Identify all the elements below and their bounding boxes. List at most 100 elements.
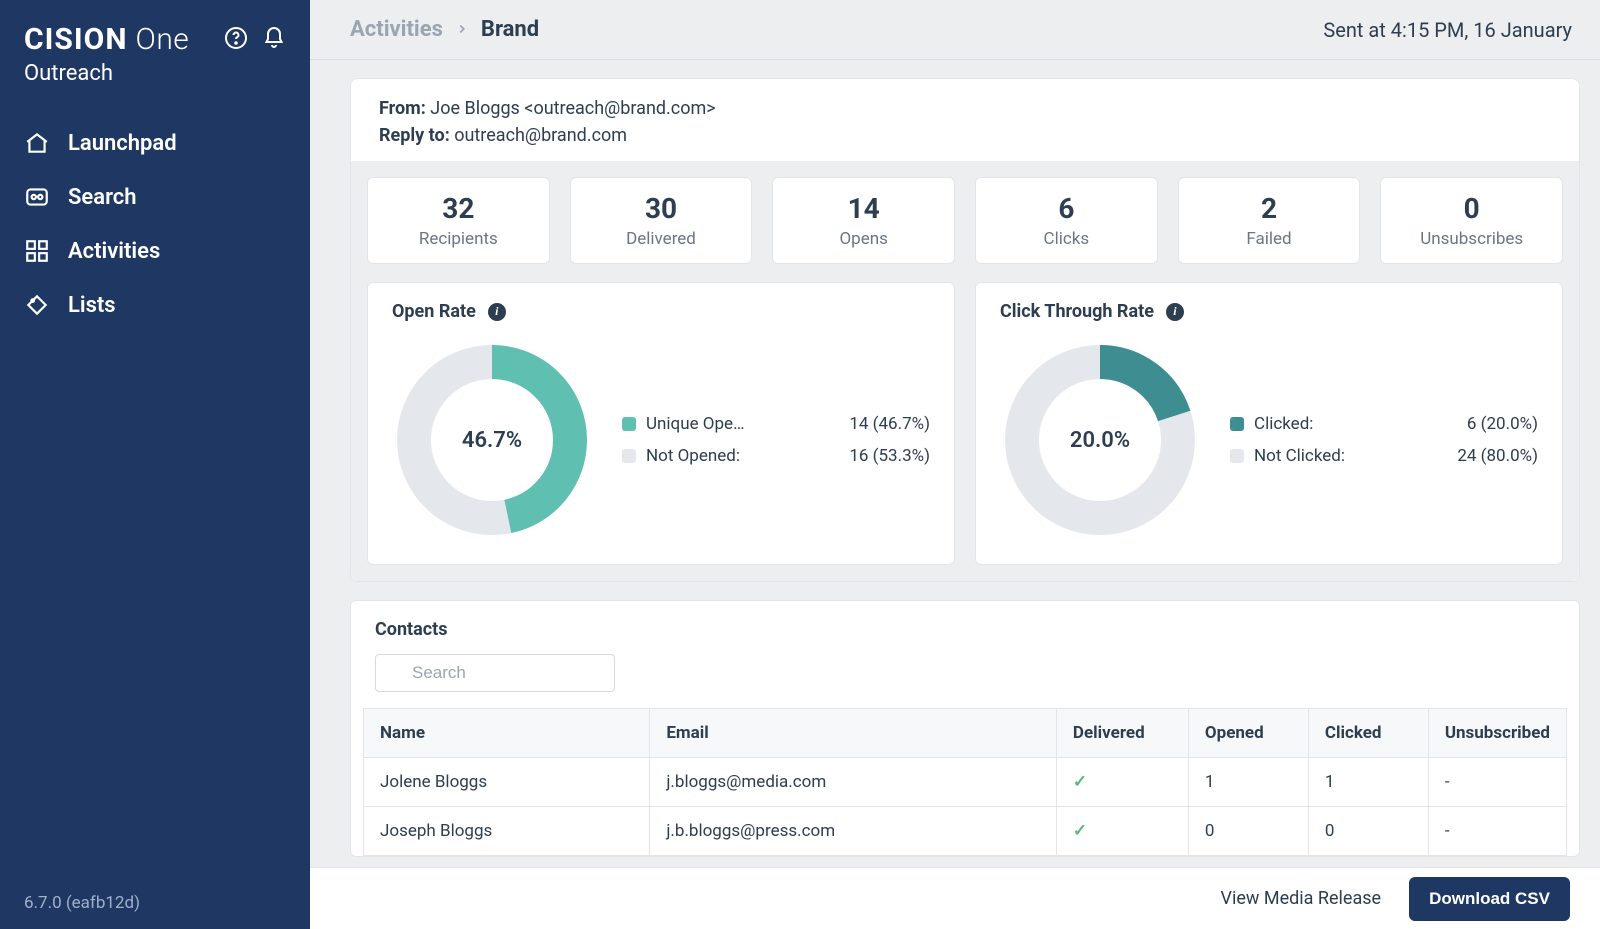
brand-strong: CISION [24,22,128,57]
brand-light: One [136,22,190,57]
sidebar-item-activities[interactable]: Activities [0,224,310,278]
chevron-right-icon [455,17,469,42]
stat-label: Failed [1187,229,1352,249]
report-card: From: Joe Bloggs <outreach@brand.com> Re… [350,78,1580,582]
stat-value: 6 [984,192,1149,225]
sidebar-item-label: Lists [68,293,116,318]
cell-opened: 1 [1188,758,1308,807]
swatch [622,417,636,431]
stat-value: 2 [1187,192,1352,225]
cell-opened: 0 [1188,807,1308,856]
from-block: From: Joe Bloggs <outreach@brand.com> Re… [351,79,1579,161]
open-rate-donut: 46.7% [392,340,592,540]
contacts-card: Contacts Name Email Delivered Opened [350,600,1580,857]
contacts-table: Name Email Delivered Opened Clicked Unsu… [363,708,1567,856]
help-icon[interactable] [224,26,248,54]
cell-unsub: - [1428,758,1566,807]
stat-failed: 2 Failed [1178,177,1361,264]
check-icon: ✓ [1073,821,1087,841]
ctr-legend: Clicked: 6 (20.0%) Not Clicked: [1230,408,1538,472]
stat-unsubscribes: 0 Unsubscribes [1380,177,1563,264]
legend-value: 16 (53.3%) [849,446,930,466]
main: Activities Brand Sent at 4:15 PM, 16 Jan… [310,0,1600,929]
footer-bar: View Media Release Download CSV [310,867,1600,929]
sidebar-item-launchpad[interactable]: Launchpad [0,116,310,170]
bell-icon[interactable] [262,26,286,54]
breadcrumb-current: Brand [481,17,539,42]
ctr-title: Click Through Rate [1000,301,1154,322]
cell-unsub: - [1428,807,1566,856]
sidebar-item-label: Activities [68,239,160,264]
stat-label: Delivered [579,229,744,249]
info-icon[interactable]: i [1166,303,1184,321]
brand-logo: CISION One [24,22,189,57]
stat-label: Opens [781,229,946,249]
swatch [1230,449,1244,463]
ctr-donut: 20.0% [1000,340,1200,540]
check-icon: ✓ [1073,772,1087,792]
stat-value: 30 [579,192,744,225]
info-icon[interactable]: i [488,303,506,321]
sidebar-nav: Launchpad Search Activities Lists [0,116,310,332]
sidebar-item-label: Search [68,185,137,210]
ctr-center: 20.0% [1000,340,1200,540]
legend-value: 24 (80.0%) [1457,446,1538,466]
from-value: Joe Bloggs <outreach@brand.com> [430,98,715,119]
open-rate-title: Open Rate [392,301,476,322]
col-delivered[interactable]: Delivered [1056,709,1188,758]
app-subtitle: Outreach [0,61,310,116]
content-scroll[interactable]: From: Joe Bloggs <outreach@brand.com> Re… [310,60,1600,867]
stat-value: 14 [781,192,946,225]
breadcrumb: Activities Brand [350,17,539,42]
cell-email: j.b.bloggs@press.com [650,807,1057,856]
reply-to-value: outreach@brand.com [454,125,627,146]
sidebar-item-label: Launchpad [68,131,177,156]
swatch [622,449,636,463]
col-opened[interactable]: Opened [1188,709,1308,758]
legend-label: Not Clicked: [1254,446,1345,466]
stat-label: Clicks [984,229,1149,249]
cell-delivered: ✓ [1056,758,1188,807]
open-rate-center: 46.7% [392,340,592,540]
col-unsub[interactable]: Unsubscribed [1428,709,1566,758]
ctr-card: Click Through Rate i 20.0% [975,282,1563,565]
swatch [1230,417,1244,431]
col-clicked[interactable]: Clicked [1308,709,1428,758]
reply-to-label: Reply to: [379,125,450,146]
cell-clicked: 1 [1308,758,1428,807]
sent-at-label: Sent at 4:15 PM, 16 January [1323,18,1572,42]
cell-email: j.bloggs@media.com [650,758,1057,807]
stat-opens: 14 Opens [772,177,955,264]
cell-clicked: 0 [1308,807,1428,856]
contacts-search-input[interactable] [375,654,615,692]
stat-clicks: 6 Clicks [975,177,1158,264]
open-rate-card: Open Rate i 46.7% [367,282,955,565]
breadcrumb-parent[interactable]: Activities [350,17,443,42]
stat-delivered: 30 Delivered [570,177,753,264]
view-media-release-link[interactable]: View Media Release [1220,888,1381,909]
legend-value: 14 (46.7%) [849,414,930,434]
download-csv-button[interactable]: Download CSV [1409,877,1570,921]
col-name[interactable]: Name [364,709,650,758]
stat-value: 32 [376,192,541,225]
version-label: 6.7.0 (eafb12d) [0,893,310,913]
stat-label: Recipients [376,229,541,249]
cell-delivered: ✓ [1056,807,1188,856]
table-row[interactable]: Joseph Bloggs j.b.bloggs@press.com ✓ 0 0… [364,807,1567,856]
sidebar-item-lists[interactable]: Lists [0,278,310,332]
sidebar: CISION One Outreach Launchpad Search Act… [0,0,310,929]
stat-value: 0 [1389,192,1554,225]
cell-name: Joseph Bloggs [364,807,650,856]
table-row[interactable]: Jolene Bloggs j.bloggs@media.com ✓ 1 1 - [364,758,1567,807]
sidebar-item-search[interactable]: Search [0,170,310,224]
open-rate-legend: Unique Ope… 14 (46.7%) Not Opened: [622,408,930,472]
header: Activities Brand Sent at 4:15 PM, 16 Jan… [310,0,1600,60]
legend-value: 6 (20.0%) [1467,414,1538,434]
contacts-title: Contacts [351,601,1579,654]
legend-label: Not Opened: [646,446,740,466]
stats-row: 32 Recipients 30 Delivered 14 Opens 6 Cl… [367,177,1563,264]
col-email[interactable]: Email [650,709,1057,758]
stat-label: Unsubscribes [1389,229,1554,249]
from-label: From: [379,98,426,119]
stat-recipients: 32 Recipients [367,177,550,264]
